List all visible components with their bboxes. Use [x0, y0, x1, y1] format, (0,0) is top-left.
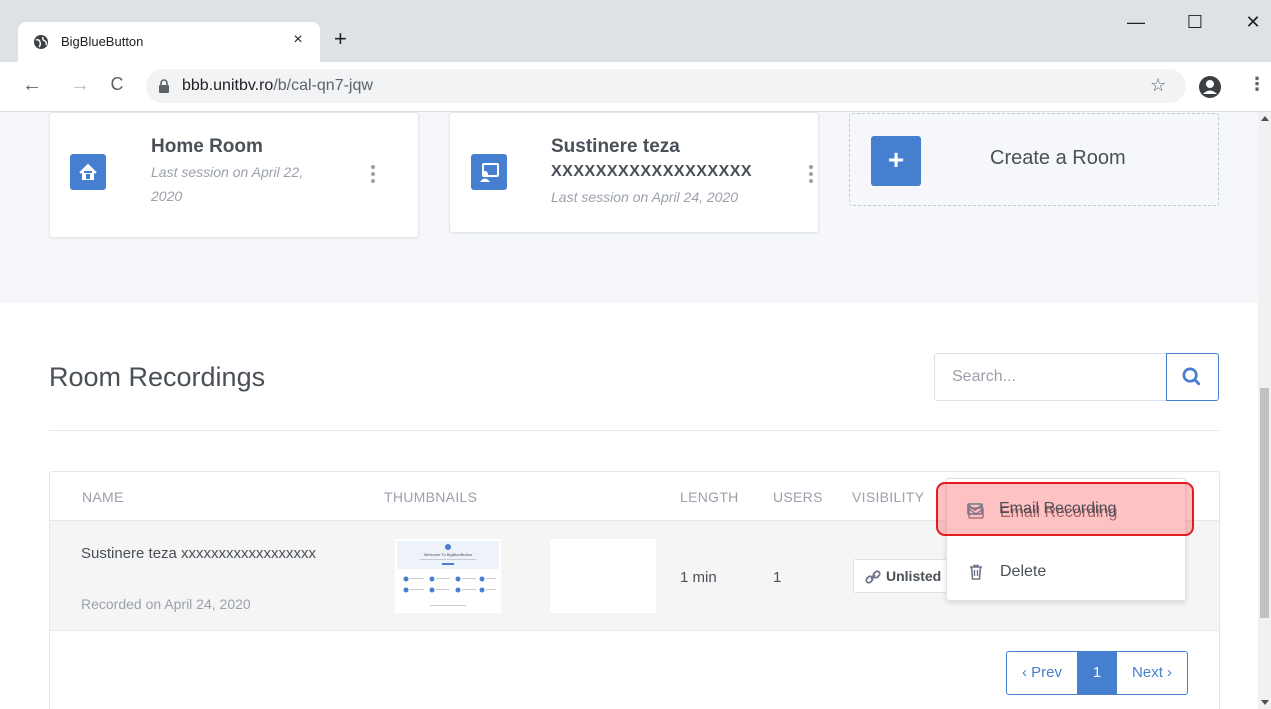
recording-thumbnail[interactable]: Welcome To BigBlueButton: [395, 539, 501, 613]
search-button[interactable]: [1166, 353, 1219, 401]
room-card-home[interactable]: Home Room Last session on April 22, 2020: [49, 112, 419, 238]
create-room-card[interactable]: + Create a Room: [849, 113, 1219, 206]
globe-icon: [34, 35, 48, 49]
column-header-thumbnails: THUMBNAILS: [384, 489, 478, 505]
page-1-button[interactable]: 1: [1078, 651, 1117, 695]
visibility-label: Unlisted: [886, 568, 942, 584]
profile-avatar-icon[interactable]: [1198, 75, 1222, 99]
delete-label: Delete: [1000, 563, 1047, 580]
recording-thumbnail-blank[interactable]: [550, 539, 656, 613]
browser-menu-button[interactable]: ⋮: [1248, 74, 1266, 95]
next-page-button[interactable]: Next ›: [1116, 651, 1189, 695]
page-viewport: Home Room Last session on April 22, 2020…: [0, 112, 1258, 709]
room-last-session: Last session on April 22, 2020: [151, 164, 304, 204]
tab-close-button[interactable]: ×: [288, 31, 308, 49]
home-icon: [70, 154, 106, 190]
column-header-length: LENGTH: [680, 489, 739, 505]
tab-title: BigBlueButton: [61, 34, 144, 49]
prev-page-button[interactable]: ‹ Prev: [1006, 651, 1079, 695]
room-last-session: Last session on April 24, 2020: [551, 189, 739, 205]
room-card-sustinere[interactable]: Sustinere teza XXXXXXXXXXXXXXXXXX Last s…: [449, 112, 819, 233]
url-text: bbb.unitbv.ro/b/cal-qn7-jqw: [182, 77, 373, 95]
bookmark-star-icon[interactable]: ☆: [1150, 75, 1166, 96]
scrollbar-thumb[interactable]: [1260, 388, 1269, 618]
window-close-button[interactable]: ✕: [1238, 12, 1268, 33]
scroll-up-icon[interactable]: [1261, 116, 1269, 121]
trash-icon: [970, 564, 982, 580]
search-input[interactable]: [934, 353, 1167, 401]
url-host: bbb.unitbv.ro: [182, 77, 274, 94]
room-name: Sustinere teza: [551, 136, 680, 157]
lock-icon: [159, 79, 169, 93]
room-name-line2: XXXXXXXXXXXXXXXXXX: [551, 163, 753, 180]
search-icon: [1182, 367, 1201, 386]
recordings-title: Room Recordings: [49, 362, 266, 392]
recording-date: Recorded on April 24, 2020: [81, 596, 251, 612]
back-button[interactable]: ←: [21, 74, 43, 97]
column-header-name: NAME: [82, 489, 124, 505]
browser-tab[interactable]: BigBlueButton ×: [18, 22, 320, 62]
pagination: ‹ Prev 1 Next ›: [1006, 651, 1189, 695]
envelope-icon: [967, 503, 983, 515]
column-header-users: USERS: [773, 489, 823, 505]
link-icon: [865, 570, 881, 584]
delete-menu-item[interactable]: Delete: [947, 550, 1185, 594]
minimize-button[interactable]: —: [1121, 12, 1151, 33]
column-header-visibility: VISIBILITY: [852, 489, 925, 505]
browser-toolbar: ← → C bbb.unitbv.ro/b/cal-qn7-jqw ☆ ⋮: [0, 62, 1271, 112]
section-divider: [49, 430, 1219, 431]
room-options-icon[interactable]: [808, 165, 814, 186]
tab-strip: BigBlueButton × + — ☐ ✕: [0, 0, 1271, 62]
recordings-search: [934, 353, 1219, 401]
forward-button[interactable]: →: [69, 74, 91, 97]
recording-length: 1 min: [680, 569, 717, 586]
reload-button[interactable]: C: [106, 74, 128, 95]
recording-users: 1: [773, 569, 782, 586]
address-bar[interactable]: bbb.unitbv.ro/b/cal-qn7-jqw ☆: [146, 69, 1186, 103]
create-room-label: Create a Room: [990, 147, 1126, 169]
thumbnail-caption: Welcome To BigBlueButton: [424, 552, 472, 557]
presentation-icon: [471, 154, 507, 190]
new-tab-button[interactable]: +: [334, 26, 347, 52]
scroll-down-icon[interactable]: [1261, 700, 1269, 705]
recording-name: Sustinere teza xxxxxxxxxxxxxxxxxx: [81, 545, 317, 562]
rooms-section: Home Room Last session on April 22, 2020…: [0, 112, 1258, 303]
maximize-button[interactable]: ☐: [1180, 12, 1210, 33]
room-options-icon[interactable]: [370, 165, 376, 186]
room-name: Home Room: [151, 136, 263, 157]
plus-icon: +: [871, 136, 921, 186]
url-path: /b/cal-qn7-jqw: [273, 77, 373, 94]
email-recording-highlight-label[interactable]: Email Recording: [999, 500, 1116, 518]
page-scrollbar[interactable]: [1258, 112, 1271, 709]
